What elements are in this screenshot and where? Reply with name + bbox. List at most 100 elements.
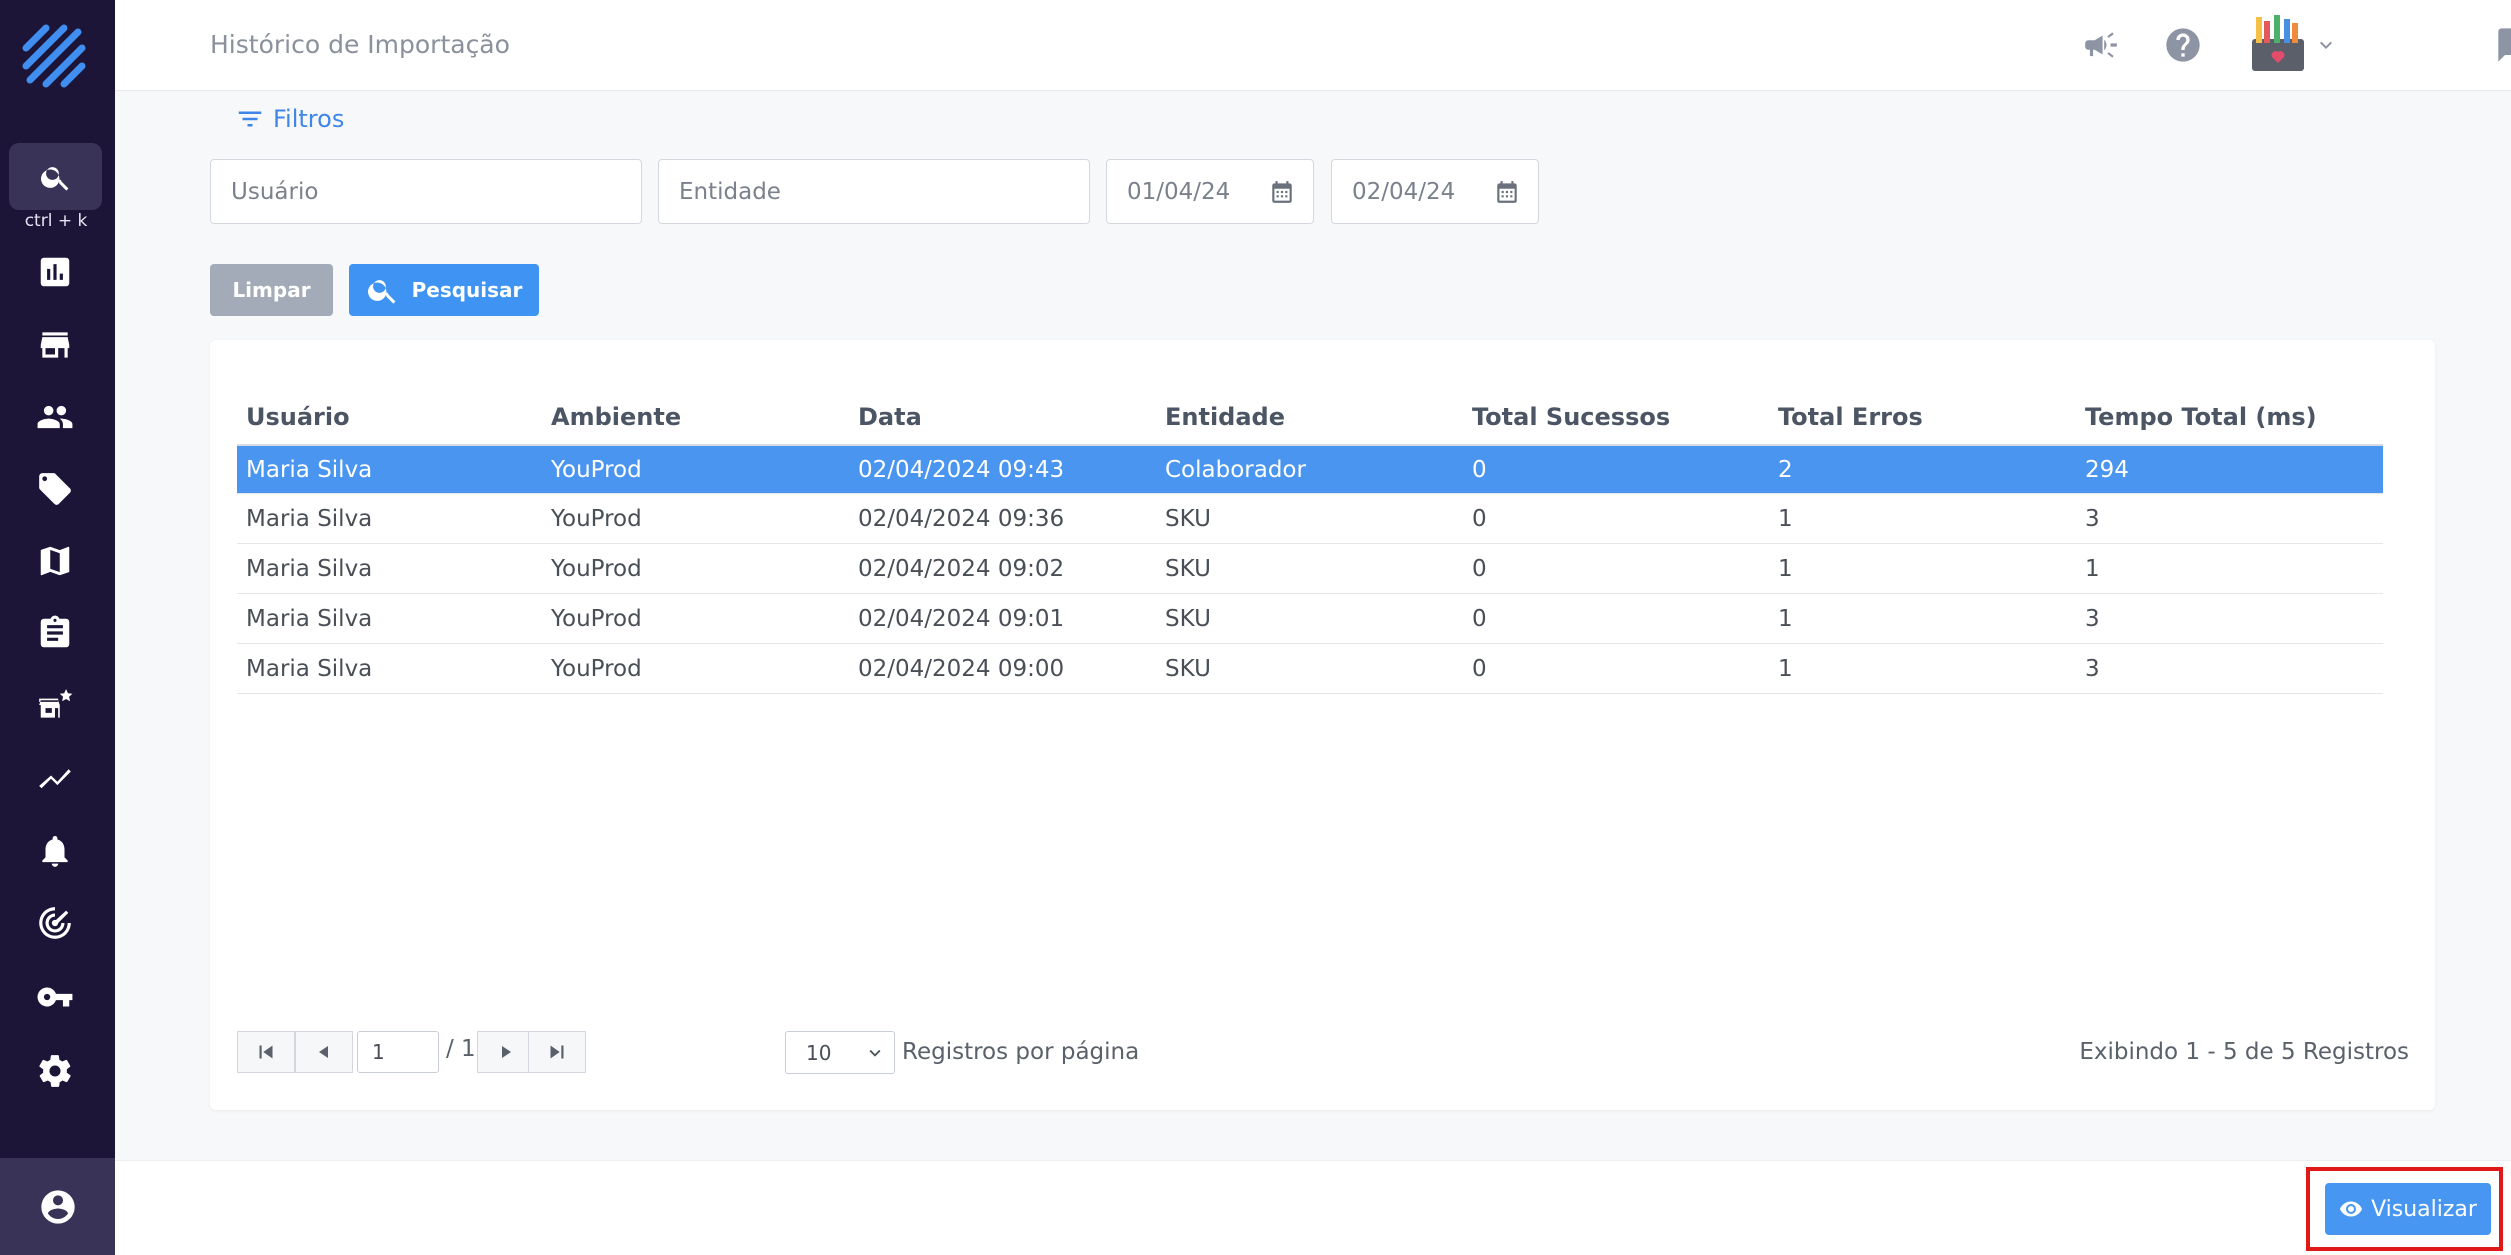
cell-total-erros: 1 bbox=[1778, 655, 1793, 682]
last-page-button[interactable] bbox=[528, 1031, 586, 1073]
nav-settings[interactable] bbox=[34, 1050, 76, 1092]
chat-icon bbox=[2498, 28, 2511, 62]
filter-icon bbox=[238, 111, 262, 127]
chevron-down-icon bbox=[869, 1049, 881, 1057]
cell-total-sucessos: 0 bbox=[1472, 555, 1487, 582]
nav-reports[interactable] bbox=[34, 612, 76, 654]
cell-entidade: SKU bbox=[1165, 655, 1211, 682]
sidebar: ctrl + k bbox=[0, 0, 115, 1255]
column-header[interactable]: Total Sucessos bbox=[1472, 390, 1670, 444]
chevron-down-icon bbox=[2320, 41, 2332, 49]
bell-icon bbox=[42, 835, 68, 867]
table-row[interactable]: Maria Silva YouProd 02/04/2024 09:43 Col… bbox=[237, 446, 2383, 494]
usuario-input[interactable]: Usuário bbox=[210, 159, 642, 224]
user-circle-icon bbox=[40, 1189, 75, 1224]
column-header[interactable]: Ambiente bbox=[551, 390, 681, 444]
filters-label: Filtros bbox=[273, 105, 345, 133]
filters-toggle[interactable]: Filtros bbox=[235, 104, 344, 134]
table-row[interactable]: Maria Silva YouProd 02/04/2024 09:00 SKU… bbox=[237, 644, 2383, 694]
column-header[interactable]: Tempo Total (ms) bbox=[2085, 390, 2317, 444]
cell-ambiente: YouProd bbox=[551, 655, 642, 682]
cell-tempo-total: 3 bbox=[2085, 605, 2100, 632]
last-page-icon bbox=[550, 1045, 564, 1059]
entidade-input[interactable]: Entidade bbox=[658, 159, 1090, 224]
cell-total-erros: 2 bbox=[1778, 456, 1793, 483]
cell-total-sucessos: 0 bbox=[1472, 605, 1487, 632]
search-submit-button[interactable]: Pesquisar bbox=[349, 264, 539, 316]
first-page-icon bbox=[259, 1045, 273, 1059]
help-icon bbox=[2166, 28, 2200, 62]
cell-data: 02/04/2024 09:01 bbox=[858, 605, 1065, 632]
table-row[interactable]: Maria Silva YouProd 02/04/2024 09:36 SKU… bbox=[237, 494, 2383, 544]
announcements-button[interactable] bbox=[2078, 22, 2124, 68]
table-row[interactable]: Maria Silva YouProd 02/04/2024 09:02 SKU… bbox=[237, 544, 2383, 594]
column-header[interactable]: Entidade bbox=[1165, 390, 1285, 444]
store-star-icon bbox=[39, 689, 73, 718]
search-submit-label: Pesquisar bbox=[411, 278, 523, 302]
first-page-button[interactable] bbox=[237, 1031, 295, 1073]
nav-store-star[interactable] bbox=[34, 684, 76, 726]
clear-button[interactable]: Limpar bbox=[210, 264, 333, 316]
calendar-icon[interactable] bbox=[1269, 179, 1295, 205]
per-page-label: Registros por página bbox=[902, 1039, 1140, 1065]
megaphone-icon bbox=[2085, 32, 2117, 58]
cell-tempo-total: 3 bbox=[2085, 655, 2100, 682]
help-button[interactable] bbox=[2160, 22, 2206, 68]
table-row[interactable]: Maria Silva YouProd 02/04/2024 09:01 SKU… bbox=[237, 594, 2383, 644]
header: Histórico de Importação bbox=[115, 0, 2511, 91]
prev-page-button[interactable] bbox=[295, 1031, 353, 1073]
per-page-select[interactable]: 10 bbox=[785, 1031, 895, 1074]
column-header[interactable]: Data bbox=[858, 390, 922, 444]
per-page-value: 10 bbox=[806, 1040, 832, 1065]
date-to-input[interactable]: 02/04/24 bbox=[1331, 159, 1539, 224]
nav-dashboard[interactable] bbox=[34, 251, 76, 293]
view-button[interactable]: Visualizar bbox=[2325, 1183, 2491, 1235]
gear-icon bbox=[39, 1055, 71, 1087]
messages-button[interactable] bbox=[2492, 22, 2511, 68]
cell-entidade: Colaborador bbox=[1165, 456, 1306, 483]
nav-tags[interactable] bbox=[34, 468, 76, 510]
page-number-input[interactable]: 1 bbox=[357, 1031, 439, 1073]
date-from-input[interactable]: 01/04/24 bbox=[1106, 159, 1314, 224]
nav-radar[interactable] bbox=[34, 902, 76, 944]
cell-tempo-total: 3 bbox=[2085, 505, 2100, 532]
cell-entidade: SKU bbox=[1165, 605, 1211, 632]
column-header[interactable]: Total Erros bbox=[1778, 390, 1923, 444]
bar-chart-icon bbox=[40, 257, 70, 287]
nav-notifications[interactable] bbox=[34, 830, 76, 872]
tag-icon bbox=[39, 473, 71, 505]
cell-data: 02/04/2024 09:02 bbox=[858, 555, 1065, 582]
account-menu-toggle[interactable] bbox=[2311, 28, 2341, 62]
nav-map[interactable] bbox=[34, 540, 76, 582]
account-avatar[interactable] bbox=[2245, 10, 2311, 76]
cell-usuario: Maria Silva bbox=[246, 505, 373, 532]
people-icon bbox=[37, 405, 73, 429]
cell-total-sucessos: 0 bbox=[1472, 505, 1487, 532]
cell-ambiente: YouProd bbox=[551, 505, 642, 532]
nav-keys[interactable] bbox=[34, 976, 76, 1018]
user-menu[interactable] bbox=[0, 1158, 115, 1255]
cell-total-sucessos: 0 bbox=[1472, 655, 1487, 682]
cell-total-sucessos: 0 bbox=[1472, 456, 1487, 483]
next-page-button[interactable] bbox=[477, 1031, 535, 1073]
calendar-icon[interactable] bbox=[1494, 179, 1520, 205]
search-shortcut: ctrl + k bbox=[24, 211, 88, 231]
cell-data: 02/04/2024 09:00 bbox=[858, 655, 1065, 682]
date-from-value: 01/04/24 bbox=[1127, 178, 1231, 205]
nav-stores[interactable] bbox=[34, 324, 76, 366]
cell-usuario: Maria Silva bbox=[246, 555, 373, 582]
page-total: / 1 bbox=[446, 1036, 476, 1062]
cell-usuario: Maria Silva bbox=[246, 655, 373, 682]
prev-page-icon bbox=[319, 1046, 328, 1058]
column-header[interactable]: Usuário bbox=[246, 390, 350, 444]
eye-icon bbox=[2340, 1201, 2363, 1217]
nav-trends[interactable] bbox=[34, 757, 76, 799]
cell-tempo-total: 1 bbox=[2085, 555, 2100, 582]
cell-entidade: SKU bbox=[1165, 505, 1211, 532]
logo-icon[interactable] bbox=[20, 22, 92, 94]
nav-people[interactable] bbox=[34, 396, 76, 438]
store-icon bbox=[40, 332, 70, 358]
search-button[interactable] bbox=[9, 143, 102, 210]
cell-ambiente: YouProd bbox=[551, 555, 642, 582]
next-page-icon bbox=[502, 1046, 511, 1058]
